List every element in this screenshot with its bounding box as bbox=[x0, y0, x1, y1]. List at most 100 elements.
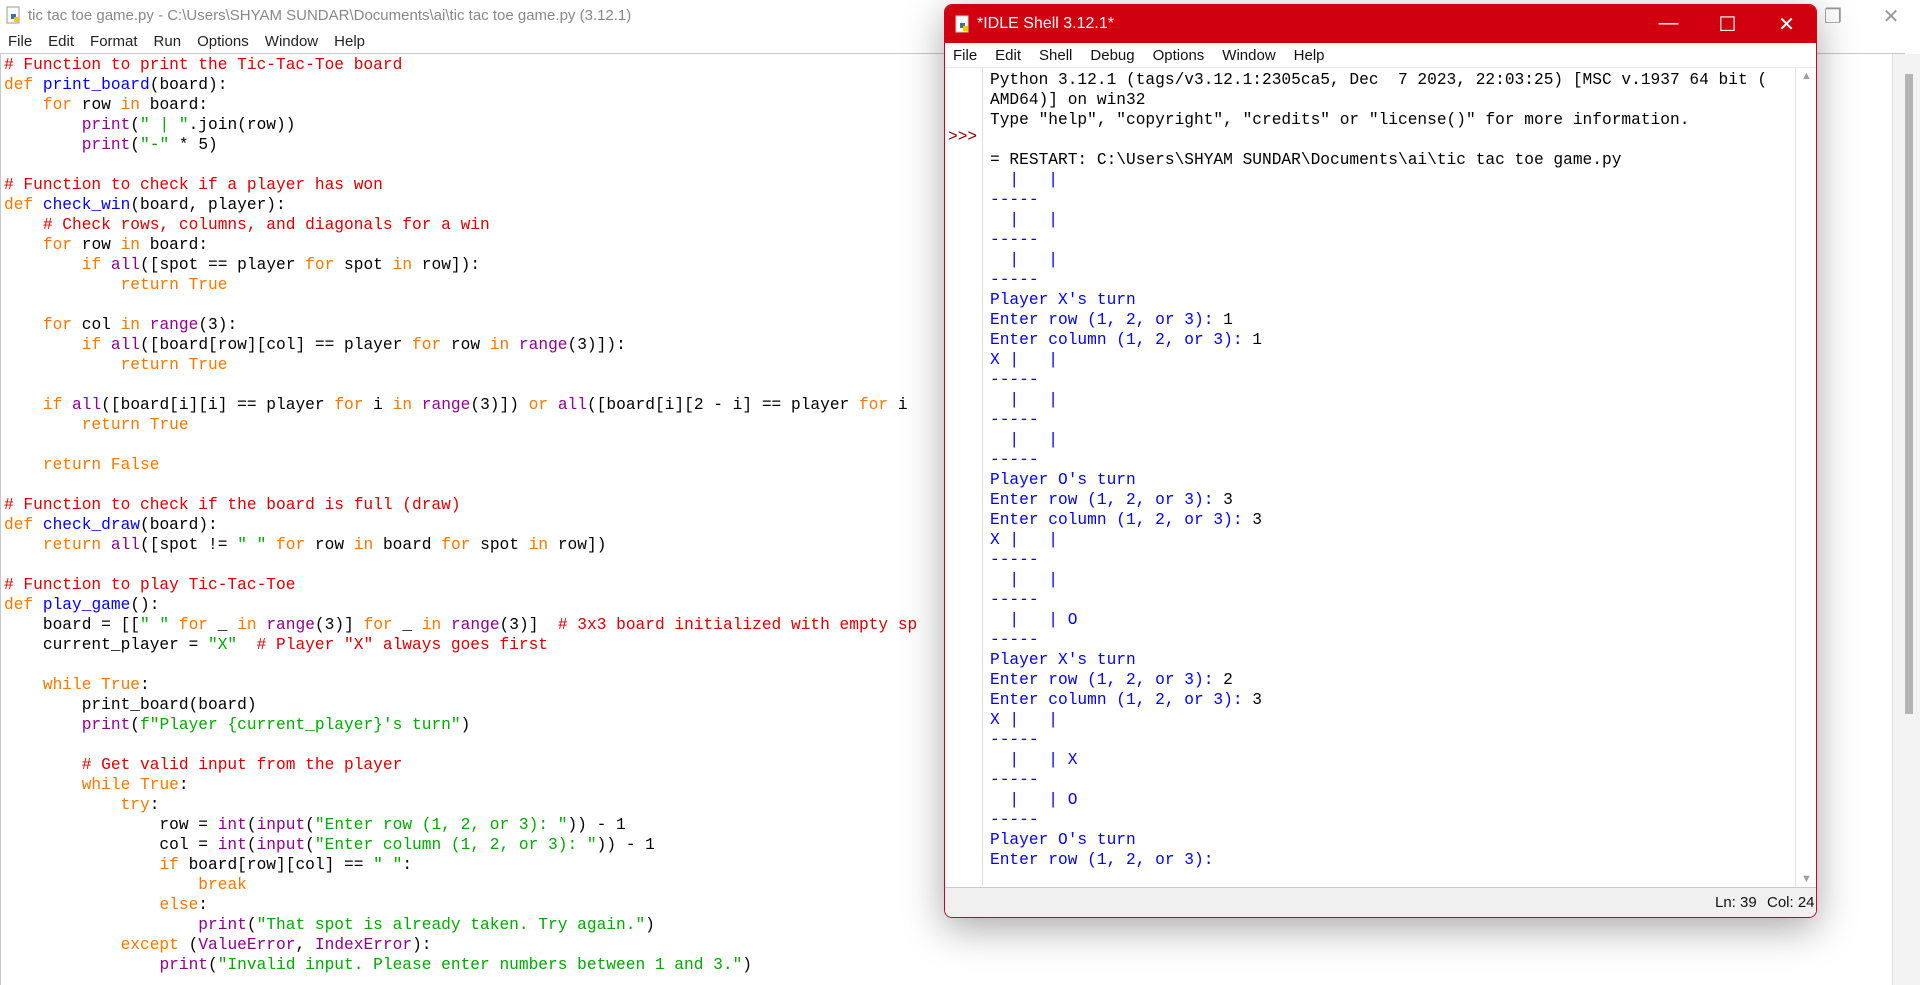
idle-shell-window: *IDLE Shell 3.12.1* — ☐ ✕ File Edit Shel… bbox=[944, 4, 1817, 918]
code-token: # Player "X" always goes first bbox=[256, 636, 549, 654]
minimize-icon[interactable]: — bbox=[1639, 12, 1698, 37]
code-token: row]): bbox=[412, 256, 481, 274]
menu-edit[interactable]: Edit bbox=[40, 33, 82, 50]
shell-line: ----- bbox=[990, 230, 1790, 250]
code-token: ( bbox=[246, 836, 257, 854]
close-icon[interactable]: ✕ bbox=[1862, 4, 1920, 29]
code-token: 3 bbox=[1252, 511, 1262, 529]
code-token: in bbox=[237, 616, 257, 634]
menu-shell[interactable]: Shell bbox=[1030, 47, 1081, 64]
code-token: try bbox=[120, 796, 150, 814]
menu-window[interactable]: Window bbox=[1213, 47, 1284, 64]
code-token: play_game bbox=[42, 596, 131, 614]
code-token: ([spot != bbox=[140, 536, 238, 554]
close-icon[interactable]: ✕ bbox=[1757, 12, 1816, 37]
code-token: | | bbox=[990, 171, 1078, 189]
code-token: board bbox=[373, 536, 442, 554]
menu-help[interactable]: Help bbox=[326, 33, 373, 50]
shell-title: *IDLE Shell 3.12.1* bbox=[977, 15, 1114, 32]
code-token: col bbox=[72, 316, 121, 334]
code-token: def bbox=[4, 596, 34, 614]
code-line: print("That spot is already taken. Try a… bbox=[4, 915, 1894, 935]
shell-line: ----- bbox=[990, 810, 1790, 830]
code-token: else bbox=[159, 896, 199, 914]
code-token: all bbox=[557, 396, 587, 414]
code-token: ( bbox=[246, 916, 257, 934]
scrollbar-thumb[interactable] bbox=[1905, 74, 1913, 714]
shell-line: ----- bbox=[990, 450, 1790, 470]
menu-file[interactable]: File bbox=[945, 47, 986, 64]
code-token: ----- bbox=[990, 551, 1039, 569]
shell-line: ----- bbox=[990, 550, 1790, 570]
scroll-down-icon[interactable]: ▼ bbox=[1801, 873, 1812, 885]
menu-file[interactable]: File bbox=[0, 33, 40, 50]
code-token: print bbox=[81, 716, 131, 734]
code-token: in bbox=[392, 396, 413, 414]
code-token: ----- bbox=[990, 451, 1039, 469]
scroll-up-icon[interactable]: ▲ bbox=[1801, 70, 1812, 82]
code-token: all bbox=[110, 256, 141, 274]
code-token: if bbox=[81, 256, 102, 274]
code-token: for bbox=[412, 336, 442, 354]
menu-options[interactable]: Options bbox=[1144, 47, 1214, 64]
shell-line: X | | bbox=[990, 530, 1790, 550]
code-token: ----- bbox=[990, 371, 1039, 389]
shell-line: ----- bbox=[990, 590, 1790, 610]
menu-run[interactable]: Run bbox=[146, 33, 190, 50]
code-token: return bbox=[42, 456, 102, 474]
code-token: int bbox=[217, 836, 247, 854]
code-token: # Function to check if a player has won bbox=[4, 176, 383, 194]
code-token: Enter column (1, 2, or 3): bbox=[990, 691, 1253, 709]
code-line: print("Invalid input. Please enter numbe… bbox=[4, 955, 1894, 975]
menu-edit[interactable]: Edit bbox=[986, 47, 1030, 64]
code-token: int bbox=[217, 816, 247, 834]
code-token: (board): bbox=[140, 516, 218, 534]
maximize-icon[interactable]: ☐ bbox=[1698, 12, 1757, 37]
menu-help[interactable]: Help bbox=[1285, 47, 1334, 64]
code-token: True bbox=[188, 276, 228, 294]
code-token: # Check rows, columns, and diagonals for… bbox=[42, 216, 490, 234]
code-token: ----- bbox=[990, 591, 1039, 609]
code-token: X | | bbox=[990, 531, 1078, 549]
code-token: )) - 1 bbox=[567, 816, 626, 834]
code-token: ) bbox=[460, 716, 471, 734]
code-token: row]) bbox=[548, 536, 607, 554]
menu-format[interactable]: Format bbox=[82, 33, 146, 50]
code-token: ( bbox=[246, 816, 257, 834]
shell-output[interactable]: Python 3.12.1 (tags/v3.12.1:2305ca5, Dec… bbox=[990, 70, 1790, 888]
code-token: print_board(board) bbox=[4, 696, 257, 714]
code-token: * 5) bbox=[169, 136, 218, 154]
menu-debug[interactable]: Debug bbox=[1081, 47, 1143, 64]
code-token: print_board bbox=[42, 76, 150, 94]
code-token: Python 3.12.1 (tags/v3.12.1:2305ca5, Dec… bbox=[990, 71, 1768, 89]
code-token: " " bbox=[373, 856, 403, 874]
code-line: except (ValueError, IndexError): bbox=[4, 935, 1894, 955]
code-token: " " bbox=[237, 536, 267, 554]
code-token: "Enter row (1, 2, or 3): " bbox=[314, 816, 568, 834]
code-token: ) bbox=[645, 916, 655, 934]
editor-window-controls: ❐ ✕ bbox=[1804, 4, 1920, 29]
shell-scrollbar[interactable]: ▲ ▼ bbox=[1795, 68, 1816, 887]
code-token: "X" bbox=[208, 636, 238, 654]
code-token: ([board[i][i] == player bbox=[101, 396, 335, 414]
shell-prompt: >>> bbox=[948, 128, 978, 146]
code-token: 3 bbox=[1252, 691, 1262, 709]
shell-line: ----- bbox=[990, 770, 1790, 790]
menu-window[interactable]: Window bbox=[257, 33, 326, 50]
code-token: print bbox=[159, 956, 209, 974]
code-token: col = bbox=[4, 836, 218, 854]
code-token: ----- bbox=[990, 631, 1039, 649]
shell-line: ----- bbox=[990, 370, 1790, 390]
menu-options[interactable]: Options bbox=[189, 33, 257, 50]
code-token: 2 bbox=[1223, 671, 1233, 689]
editor-scrollbar[interactable] bbox=[1892, 54, 1920, 985]
